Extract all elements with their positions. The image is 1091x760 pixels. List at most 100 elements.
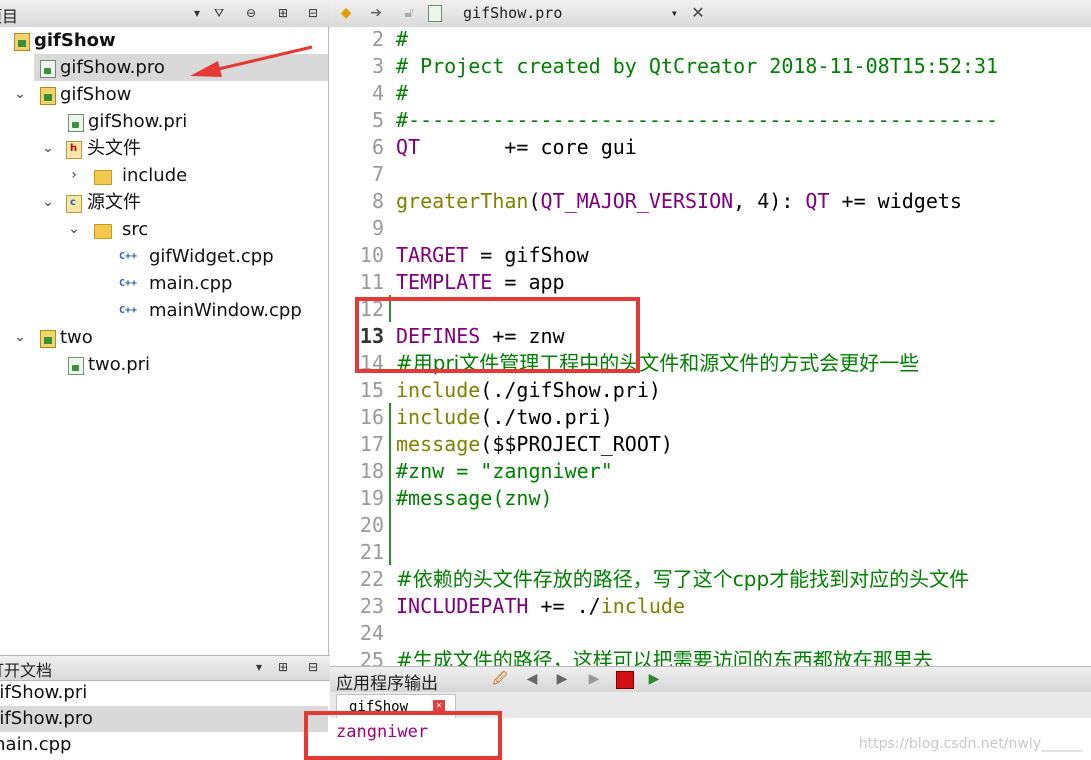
tree-item-include[interactable]: › include	[0, 162, 328, 189]
code-comment: #---------------------------------------…	[396, 108, 999, 132]
tree-item-headers[interactable]: ⌄ 头文件	[0, 135, 328, 162]
code-line: INCLUDEPATH += ./include	[396, 593, 685, 620]
open-document-label: main.cpp	[0, 734, 72, 755]
code-line: #znw = "zangniwer"	[396, 458, 613, 485]
forward-arrow-icon[interactable]: ➔	[366, 3, 386, 23]
chevron-down-icon: ▾	[670, 6, 678, 20]
tree-item-label: two	[60, 327, 93, 348]
open-document-item[interactable]: main.cpp	[0, 732, 328, 758]
code-token: = app	[492, 270, 565, 294]
code-token: ($$PROJECT_ROOT)	[480, 432, 673, 456]
code-token: QT	[805, 189, 830, 213]
tree-item-label: two.pri	[88, 354, 151, 375]
code-line: message($$PROJECT_ROOT)	[396, 431, 673, 458]
tree-item-label: gifShow.pri	[88, 111, 188, 132]
code-line: QT += core gui	[396, 134, 637, 161]
tree-item-two[interactable]: ⌄ two	[0, 324, 328, 351]
code-comment: #	[396, 27, 409, 51]
folder-icon	[94, 170, 112, 185]
line-number: 22	[359, 567, 384, 591]
clear-output-icon[interactable]: 🖉︎	[490, 669, 510, 689]
previous-icon[interactable]: ◀	[522, 669, 542, 689]
filter-icon[interactable]: ⛛	[208, 4, 230, 22]
code-token: include	[600, 594, 685, 618]
tree-item-gifshow-pri[interactable]: gifShow.pri	[0, 108, 328, 135]
tree-item-label: 源文件	[87, 192, 141, 213]
tree-item-label: mainWindow.cpp	[149, 300, 302, 321]
line-number: 19	[359, 486, 384, 510]
line-number: 10	[359, 243, 384, 267]
open-document-item-selected[interactable]: gifShow.pro	[0, 706, 328, 732]
close-pane-icon[interactable]: ⊟	[302, 658, 324, 676]
project-icon	[40, 87, 56, 105]
tree-item-mainwindow-cpp[interactable]: C++ mainWindow.cpp	[0, 297, 328, 324]
stop-icon[interactable]	[616, 671, 634, 689]
tree-item-gifwidget-cpp[interactable]: C++ gifWidget.cpp	[0, 243, 328, 270]
headers-folder-icon	[66, 141, 82, 159]
chevron-right-icon[interactable]: ›	[66, 162, 82, 189]
line-number: 7	[371, 162, 384, 186]
code-token: QT	[396, 135, 421, 159]
code-token: (./two.pri)	[480, 405, 613, 429]
run-icon[interactable]: ▶	[584, 669, 604, 689]
link-icon[interactable]: ⊖	[240, 4, 262, 22]
tree-item-label: gifShow.pro	[60, 57, 165, 78]
lock-icon: 🔓︎	[404, 5, 414, 21]
tree-item-label: gifShow	[60, 84, 132, 105]
back-arrow-icon[interactable]: ◆	[336, 3, 356, 23]
next-icon[interactable]: ▶	[552, 669, 572, 689]
code-line: # Project created by QtCreator 2018-11-0…	[396, 53, 998, 80]
code-token: += core gui	[420, 135, 637, 159]
pro-file-icon	[68, 114, 84, 132]
code-line: #message(znw)	[396, 485, 553, 512]
highlight-box-output	[304, 711, 502, 760]
tree-item-label: 头文件	[87, 138, 141, 159]
sources-folder-icon	[66, 195, 82, 213]
file-icon	[428, 5, 442, 22]
code-line: TARGET = gifShow	[396, 242, 589, 269]
close-icon[interactable]: ✕	[688, 3, 708, 23]
chevron-down-icon[interactable]: ▾	[248, 658, 270, 676]
code-line: #生成文件的路径，这样可以把需要访问的东西都放在那里去	[396, 647, 933, 666]
code-line: #依赖的头文件存放的路径，写了这个cpp才能找到对应的头文件	[396, 566, 969, 593]
line-number: 16	[359, 405, 384, 429]
chevron-down-icon[interactable]: ▾	[186, 4, 208, 22]
cpp-file-icon: C++	[119, 278, 138, 289]
folder-icon	[94, 224, 112, 239]
chevron-down-icon[interactable]: ⌄	[12, 81, 28, 108]
code-comment: # Project created by QtCreator 2018-11-0…	[396, 54, 999, 78]
tree-item-main-cpp[interactable]: C++ main.cpp	[0, 270, 328, 297]
project-icon	[40, 330, 56, 348]
output-pane-title: 应用程序输出	[336, 674, 438, 694]
tree-item-gifshow-subproject[interactable]: ⌄ gifShow	[0, 81, 328, 108]
code-line: #---------------------------------------…	[396, 107, 998, 134]
close-pane-icon[interactable]: ⊟	[302, 4, 324, 22]
tree-item-two-pri[interactable]: two.pri	[0, 351, 328, 378]
code-line: #	[396, 27, 408, 53]
line-number: 25	[359, 648, 384, 666]
code-token: (./gifShow.pri)	[480, 378, 661, 402]
open-document-item[interactable]: gifShow.pri	[0, 680, 328, 706]
code-token: += widgets	[829, 189, 962, 213]
split-icon[interactable]: ⊞	[272, 4, 294, 22]
code-token: TARGET	[396, 243, 469, 267]
chevron-down-icon[interactable]: ⌄	[66, 216, 82, 243]
tree-item-src[interactable]: ⌄ src	[0, 216, 328, 243]
annotation-arrow-icon	[190, 45, 313, 77]
output-pane-header: 应用程序输出 🖉︎ ◀ ▶ ▶ ▶	[330, 666, 1091, 694]
highlight-box-defines	[355, 297, 640, 373]
code-comment: #生成文件的路径，这样可以把需要访问的东西都放在那里去	[396, 648, 933, 666]
file-selector[interactable]: gifShow.pro ▾	[428, 2, 684, 24]
watermark: https://blog.csdn.net/nwly______	[858, 736, 1083, 752]
code-token: QT_MAJOR_VERSION	[540, 189, 734, 213]
code-line: TEMPLATE = app	[396, 269, 565, 296]
line-number: 21	[359, 540, 384, 564]
tree-item-sources[interactable]: ⌄ 源文件	[0, 189, 328, 216]
open-documents-title: 打开文档	[0, 661, 53, 680]
chevron-down-icon[interactable]: ⌄	[40, 135, 56, 162]
split-icon[interactable]: ⊞	[272, 658, 294, 676]
chevron-down-icon[interactable]: ⌄	[12, 324, 28, 351]
chevron-down-icon[interactable]: ⌄	[40, 189, 56, 216]
tree-item-label: gifShow	[34, 30, 116, 51]
attach-debugger-icon[interactable]: ▶	[644, 669, 664, 689]
